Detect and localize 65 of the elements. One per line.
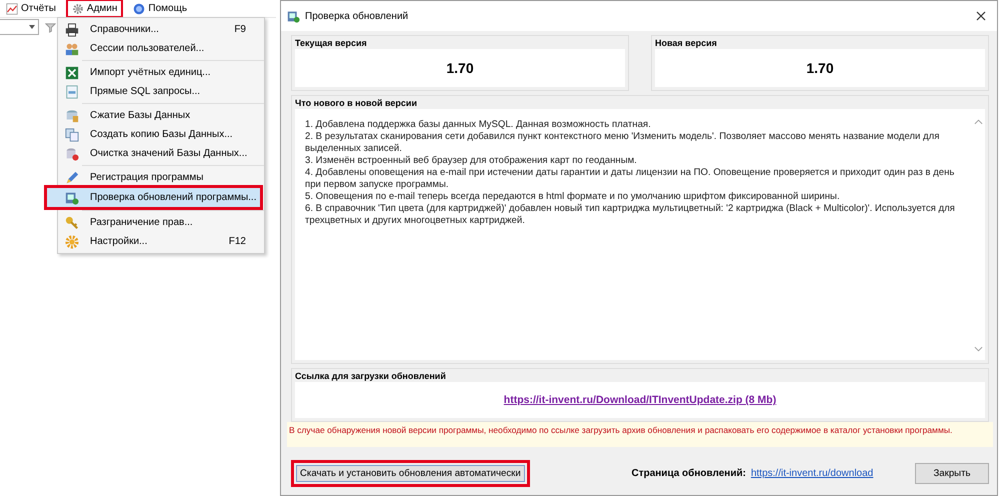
menu-item[interactable]: Проверка обновлений программы...	[44, 185, 263, 210]
menu-item[interactable]: Настройки... F12	[59, 232, 263, 251]
download-install-button[interactable]: Скачать и установить обновления автоматически	[291, 460, 530, 487]
menu-item[interactable]: Сжатие Базы Данных	[59, 106, 263, 125]
users-icon	[65, 42, 79, 56]
menu-item[interactable]: Прямые SQL запросы...	[59, 82, 263, 101]
close-icon[interactable]	[975, 10, 987, 22]
scroll-down-icon[interactable]	[974, 346, 982, 352]
updates-page-label: Страница обновлений:	[631, 468, 746, 479]
menu-item-label: Проверка обновлений программы...	[89, 192, 258, 203]
menu-item-label: Сжатие Базы Данных	[89, 110, 192, 121]
help-icon	[133, 2, 146, 14]
changelog-entry: 3. Изменён встроенный веб браузер для отображения карт по геоданным.	[305, 155, 638, 167]
menu-item[interactable]: Отчёты	[0, 0, 62, 18]
window-title: Проверка обновлений	[305, 10, 410, 22]
menu-item-label: Создать копию Базы Данных...	[89, 129, 234, 140]
menu-item[interactable]: Сессии пользователей...	[59, 39, 263, 58]
menu-item[interactable]: Помощь	[127, 0, 194, 18]
chart-icon	[6, 2, 18, 14]
menu-item[interactable]: Очистка значений Базы Данных...	[59, 144, 263, 163]
spreadsheet-icon	[65, 66, 79, 80]
menu-item[interactable]: Регистрация программы	[59, 168, 263, 187]
menu-item-label: Прямые SQL запросы...	[89, 86, 202, 97]
group-label: Что нового в новой версии	[295, 98, 418, 109]
download-link[interactable]: https://it-invent.ru/Download/ITInventUpdate.zip (8 Mb)	[504, 394, 776, 406]
menu-item[interactable]: Создать копию Базы Данных...	[59, 125, 263, 144]
updates-page-link[interactable]: https://it-invent.ru/download	[750, 468, 874, 479]
menu-item-label: Справочники...	[89, 24, 160, 35]
group-label: Ссылка для загрузки обновлений	[295, 371, 447, 382]
menu-item[interactable]: Справочники... F9	[59, 20, 263, 39]
group-label: Текущая версия	[295, 38, 368, 49]
menu-item-label: Сессии пользователей...	[89, 43, 206, 54]
menu-item-label: Очистка значений Базы Данных...	[89, 148, 248, 159]
scroll-up-icon[interactable]	[974, 119, 982, 125]
update-icon	[287, 10, 300, 22]
database-icon	[65, 108, 79, 122]
filter-icon[interactable]	[45, 22, 56, 32]
gear-icon	[65, 234, 79, 248]
copy-icon	[65, 128, 79, 142]
version-number: 1.70	[655, 49, 985, 87]
combo-box[interactable]	[0, 19, 39, 35]
printer-icon	[65, 22, 79, 36]
group-label: Новая версия	[655, 38, 718, 49]
changelog-entry: 4. Добавлены оповещения на e-mail при истечении даты гарантии и даты лицензии на ПО. Оповещение проверяется и приходит один раз в день при первом запуске программы.	[305, 167, 956, 191]
menu-item[interactable]: Импорт учётных единиц...	[59, 63, 263, 82]
version-number: 1.70	[295, 49, 625, 87]
info-note: В случае обнаружения новой версии программы, необходимо по ссылке загрузить архив обновления и распаковать его содержимое в каталог установки программы.	[287, 422, 993, 447]
update-icon	[65, 190, 79, 204]
key-icon	[65, 216, 79, 230]
changelog-entry: 6. В справочник 'Тип цвета (для картриджей)' добавлен новый тип картриджа мультицветный: '2 картриджа (Black + Multicolor)'. Используется для трехцветных и других многоцветных картриджей.	[305, 203, 956, 227]
shortcut-label: F12	[228, 236, 247, 247]
pencil-icon	[65, 170, 79, 184]
document-icon	[65, 84, 79, 98]
menu-item-label: Настройки...	[89, 236, 148, 247]
changelog-entry: 2. В результатах сканирования сети добавился пункт контекстного меню 'Изменить модель'. Позволяет массово менять название модели для выделенных записей.	[305, 131, 940, 155]
close-button[interactable]: Закрыть	[915, 463, 989, 484]
gear-icon	[72, 2, 84, 14]
menu-item[interactable]: Разграничение прав...	[59, 213, 263, 232]
shortcut-label: F9	[234, 24, 247, 35]
changelog-entry: 5. Оповещения по e-mail теперь всегда передаются в html формате и по умолчанию шрифтом фиксированной ширины.	[305, 191, 841, 203]
database-icon	[65, 146, 79, 160]
changelog-entry: 1. Добавлена поддержка базы данных MySQL. Данная возможность платная.	[305, 119, 652, 131]
menu-item-label: Разграничение прав...	[89, 217, 194, 228]
menu-item-label: Регистрация программы	[89, 172, 204, 183]
menu-item-label: Импорт учётных единиц...	[89, 67, 212, 78]
